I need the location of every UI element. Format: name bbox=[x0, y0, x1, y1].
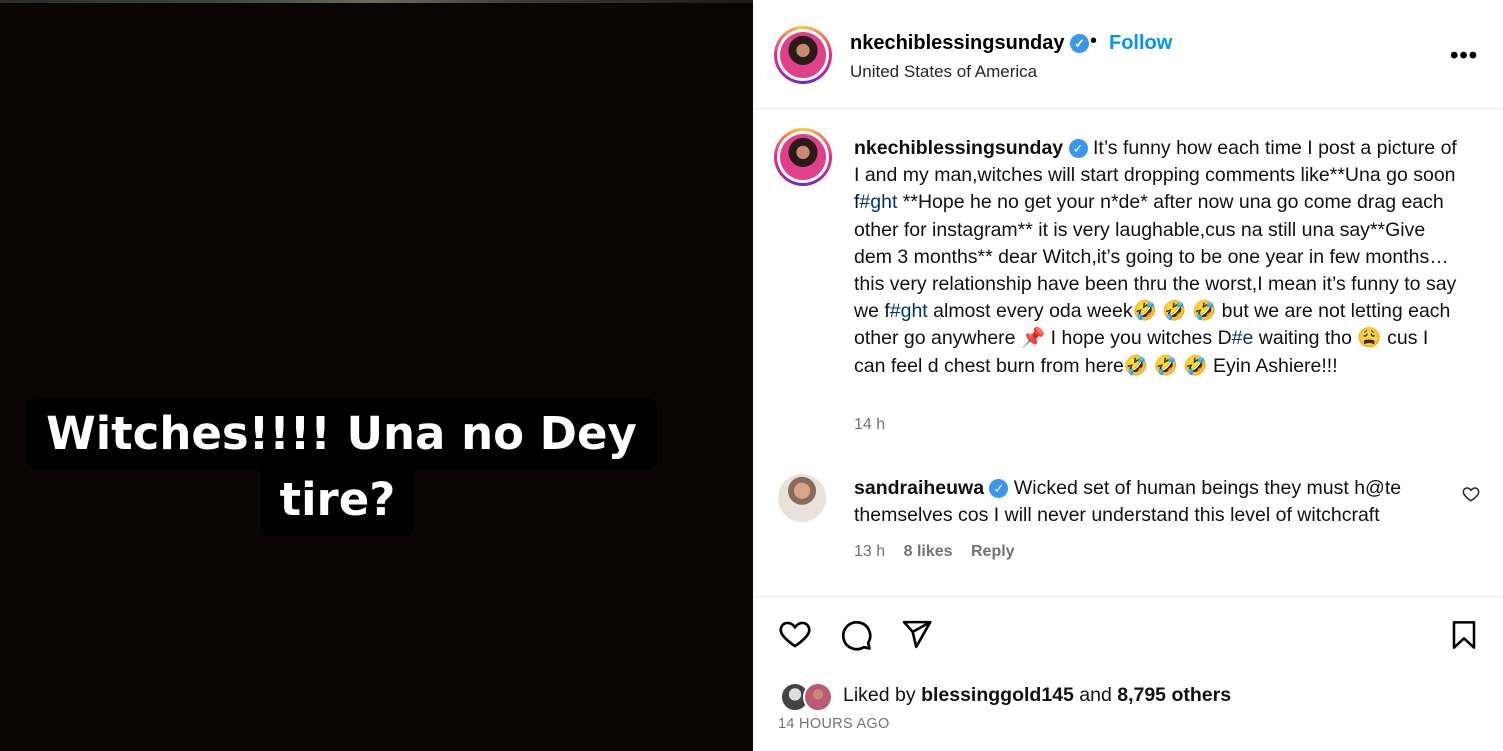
hashtag-link[interactable]: #ght bbox=[890, 300, 928, 322]
divider bbox=[753, 596, 1503, 597]
comment-like-icon[interactable] bbox=[1462, 485, 1480, 503]
post-sidebar: nkechiblessingsunday ✓ • Follow United S… bbox=[753, 0, 1503, 751]
commenter-avatar[interactable] bbox=[778, 474, 826, 522]
verified-icon: ✓ bbox=[1070, 34, 1090, 53]
likes-middle: and bbox=[1073, 684, 1118, 706]
follow-button[interactable]: Follow bbox=[1109, 32, 1172, 55]
author-avatar[interactable] bbox=[774, 26, 832, 84]
caption-username[interactable]: nkechiblessingsunday bbox=[854, 137, 1063, 159]
post-timestamp[interactable]: 14 HOURS AGO bbox=[778, 716, 890, 732]
comment-timestamp[interactable]: 13 h bbox=[854, 543, 885, 560]
media-text-overlay: Witches!!!! Una no Dey tire? bbox=[0, 398, 753, 536]
like-heart-icon[interactable] bbox=[778, 617, 812, 651]
likes-count[interactable]: 8,795 others bbox=[1117, 684, 1231, 706]
share-icon[interactable] bbox=[900, 618, 933, 651]
comment-icon[interactable] bbox=[839, 618, 873, 652]
hashtag-link[interactable]: #e bbox=[1232, 327, 1254, 349]
commenter-username[interactable]: sandraiheuwa bbox=[854, 477, 984, 499]
post-media[interactable]: Witches!!!! Una no Dey tire? bbox=[0, 0, 753, 751]
reply-button[interactable]: Reply bbox=[971, 543, 1015, 560]
likes-prefix: Liked by bbox=[843, 684, 922, 706]
author-username[interactable]: nkechiblessingsunday ✓ bbox=[850, 32, 1090, 55]
likes-summary: Liked by blessinggold145 and 8,795 other… bbox=[843, 684, 1231, 707]
separator-dot: • bbox=[1090, 30, 1098, 52]
comment-meta: 13 h 8 likes Reply bbox=[854, 543, 1029, 561]
post-location[interactable]: United States of America bbox=[850, 62, 1037, 82]
liker-avatar[interactable] bbox=[803, 682, 833, 712]
caption-avatar[interactable] bbox=[774, 128, 832, 186]
save-bookmark-icon[interactable] bbox=[1448, 618, 1480, 652]
overlay-line-1: Witches!!!! Una no Dey bbox=[26, 398, 657, 470]
post-header: nkechiblessingsunday ✓ • Follow United S… bbox=[753, 0, 1503, 109]
verified-icon: ✓ bbox=[989, 479, 1009, 498]
liker-username[interactable]: blessinggold145 bbox=[921, 684, 1074, 706]
post-caption: nkechiblessingsunday ✓ It’s funny how ea… bbox=[854, 135, 1464, 380]
hashtag-link[interactable]: #ght bbox=[859, 191, 897, 213]
media-top-strip bbox=[0, 0, 753, 3]
overlay-line-2: tire? bbox=[259, 464, 416, 536]
comment-text: sandraiheuwa ✓ Wicked set of human being… bbox=[854, 475, 1454, 529]
caption-timestamp[interactable]: 14 h bbox=[854, 416, 885, 434]
verified-icon: ✓ bbox=[1068, 139, 1088, 158]
comment-likes[interactable]: 8 likes bbox=[904, 543, 953, 560]
more-options-icon[interactable]: ••• bbox=[1450, 42, 1478, 70]
